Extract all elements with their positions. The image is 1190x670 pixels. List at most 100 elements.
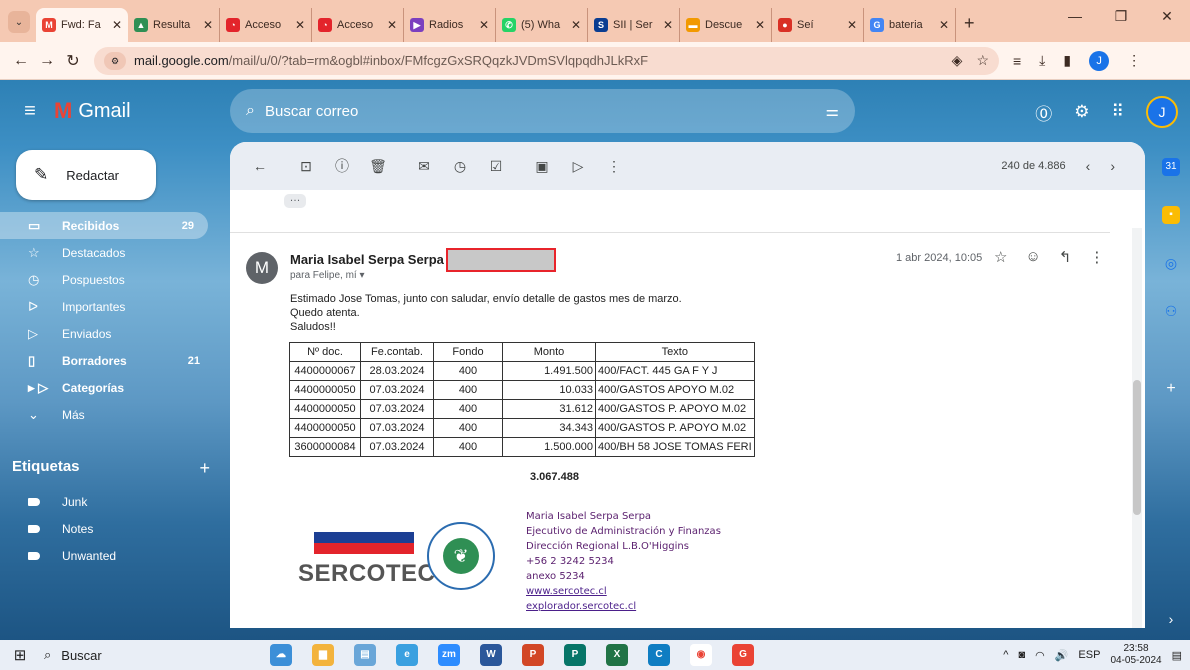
clock[interactable]: 23:58 04-05-2024 bbox=[1110, 643, 1161, 667]
tab-close-icon[interactable]: ✕ bbox=[295, 18, 305, 32]
chrome-profile-icon[interactable]: G bbox=[732, 644, 754, 666]
calendar-icon[interactable]: 31 bbox=[1162, 158, 1180, 176]
help-icon[interactable]: ⓪ bbox=[1035, 100, 1052, 125]
browser-tab[interactable]: ◔ Acceso ✕ bbox=[312, 8, 404, 42]
tab-close-icon[interactable]: ✕ bbox=[663, 18, 673, 32]
powerpoint-icon[interactable]: P bbox=[522, 644, 544, 666]
signature-link-explorer[interactable]: explorador.sercotec.cl bbox=[526, 601, 636, 612]
label-icon[interactable]: ▷ bbox=[560, 158, 596, 175]
browser-tab[interactable]: S SII | Ser ✕ bbox=[588, 8, 680, 42]
sidebar-item-important[interactable]: ᐅ Importantes bbox=[0, 293, 214, 320]
zoom-icon[interactable]: zm bbox=[438, 644, 460, 666]
report-spam-icon[interactable]: ⓘ bbox=[324, 156, 360, 176]
signature-link-website[interactable]: www.sercotec.cl bbox=[526, 586, 607, 597]
browser-tab[interactable]: ▬ Descue ✕ bbox=[680, 8, 772, 42]
tab-close-icon[interactable]: ✕ bbox=[203, 18, 213, 32]
browser-tab[interactable]: M Fwd: Fa ✕ bbox=[36, 8, 128, 42]
tab-close-icon[interactable]: ✕ bbox=[939, 18, 949, 32]
file-explorer-icon[interactable]: ▆ bbox=[312, 644, 334, 666]
sender-name[interactable]: Maria Isabel Serpa Serpa bbox=[290, 252, 444, 267]
taskbar-search[interactable]: ⌕ Buscar bbox=[40, 643, 220, 667]
sidebar-item-inbox[interactable]: ▭ Recibidos 29 bbox=[0, 212, 208, 239]
browser-tab[interactable]: ● Seí ✕ bbox=[772, 8, 864, 42]
sidebar-item-categories[interactable]: ▸ ▷ Categorías bbox=[0, 374, 214, 401]
browser-tab[interactable]: ✆ (5) Wha ✕ bbox=[496, 8, 588, 42]
scrollbar-thumb[interactable] bbox=[1133, 380, 1141, 515]
restore-button[interactable]: ❐ bbox=[1098, 0, 1144, 32]
emoji-react-icon[interactable]: ☺ bbox=[1025, 248, 1040, 266]
browser-tab[interactable]: ▶ Radios ✕ bbox=[404, 8, 496, 42]
notifications-icon[interactable]: ▤ bbox=[1172, 649, 1182, 662]
site-info-icon[interactable]: ⚙ bbox=[104, 51, 126, 70]
tab-close-icon[interactable]: ✕ bbox=[755, 18, 765, 32]
contacts-icon[interactable]: ⚇ bbox=[1162, 302, 1180, 320]
sidebar-item-starred[interactable]: ☆ Destacados bbox=[0, 239, 214, 266]
hide-side-panel-icon[interactable]: › bbox=[1162, 610, 1180, 628]
settings-gear-icon[interactable]: ⚙ bbox=[1074, 102, 1089, 122]
word-icon[interactable]: W bbox=[480, 644, 502, 666]
sidebar-toggle-icon[interactable]: ▮ bbox=[1063, 52, 1071, 69]
edge-icon[interactable]: e bbox=[396, 644, 418, 666]
cortana-icon[interactable]: C bbox=[648, 644, 670, 666]
archive-icon[interactable]: ⊡ bbox=[288, 158, 324, 175]
tasks-icon[interactable]: ◎ bbox=[1162, 254, 1180, 272]
chrome-icon[interactable]: ◉ bbox=[690, 644, 712, 666]
move-to-icon[interactable]: ▣ bbox=[524, 158, 560, 175]
language-indicator[interactable]: ESP bbox=[1078, 649, 1100, 661]
tab-search-button[interactable]: ⌄ bbox=[8, 11, 30, 33]
search-options-icon[interactable]: ⚌ bbox=[826, 102, 839, 120]
reload-button[interactable]: ↻ bbox=[60, 51, 86, 71]
search-bar[interactable]: ⌕ Buscar correo ⚌ bbox=[230, 89, 855, 133]
browser-tab[interactable]: Gbateria ✕ bbox=[864, 8, 956, 42]
star-icon[interactable]: ☆ bbox=[994, 248, 1007, 266]
tray-app-icon[interactable]: ◙ bbox=[1018, 649, 1025, 661]
reading-list-icon[interactable]: ≡ bbox=[1013, 53, 1021, 69]
tab-close-icon[interactable]: ✕ bbox=[387, 18, 397, 32]
more-actions-icon[interactable]: ⋮ bbox=[596, 158, 632, 175]
bookmark-star-icon[interactable]: ☆ bbox=[976, 52, 989, 69]
project-icon[interactable]: P bbox=[564, 644, 586, 666]
sidebar-item-sent[interactable]: ▷ Enviados bbox=[0, 320, 214, 347]
sidebar-item-more[interactable]: ⌄ Más bbox=[0, 401, 214, 428]
keep-icon[interactable]: ▪ bbox=[1162, 206, 1180, 224]
excel-icon[interactable]: X bbox=[606, 644, 628, 666]
sidebar-item-snoozed[interactable]: ◷ Pospuestos bbox=[0, 266, 214, 293]
newer-button[interactable]: ‹ bbox=[1086, 158, 1091, 174]
browser-menu-icon[interactable]: ⋮ bbox=[1127, 52, 1141, 69]
add-task-icon[interactable]: ☑ bbox=[478, 158, 514, 175]
tab-close-icon[interactable]: ✕ bbox=[479, 18, 489, 32]
tray-overflow-icon[interactable]: ^ bbox=[1003, 649, 1008, 661]
get-addons-icon[interactable]: + bbox=[1162, 380, 1180, 398]
main-menu-icon[interactable]: ≡ bbox=[6, 100, 54, 123]
back-to-inbox-icon[interactable]: ← bbox=[242, 158, 278, 174]
tab-close-icon[interactable]: ✕ bbox=[847, 18, 857, 32]
search-icon[interactable]: ⌕ bbox=[246, 102, 255, 120]
gmail-logo[interactable]: M Gmail bbox=[54, 98, 131, 124]
delete-icon[interactable]: 🗑 bbox=[360, 158, 396, 175]
tab-close-icon[interactable]: ✕ bbox=[112, 18, 122, 32]
browser-profile-avatar[interactable]: J bbox=[1089, 50, 1110, 71]
browser-tab[interactable]: ▲ Resulta ✕ bbox=[128, 8, 220, 42]
network-icon[interactable]: ◠ bbox=[1035, 649, 1045, 662]
windows-start-icon[interactable]: ⊞ bbox=[0, 646, 40, 664]
show-trimmed-content-button[interactable]: … bbox=[284, 193, 306, 208]
older-button[interactable]: › bbox=[1110, 158, 1115, 174]
close-window-button[interactable]: ✕ bbox=[1144, 0, 1190, 32]
minimize-button[interactable]: — bbox=[1052, 0, 1098, 32]
volume-icon[interactable]: 🔊 bbox=[1055, 649, 1069, 662]
reply-icon[interactable]: ↰ bbox=[1059, 248, 1072, 266]
tab-close-icon[interactable]: ✕ bbox=[571, 18, 581, 32]
snooze-icon[interactable]: ◷ bbox=[442, 158, 478, 175]
label-item-notes[interactable]: Notes bbox=[0, 515, 214, 542]
add-label-button[interactable]: + bbox=[199, 458, 210, 479]
account-avatar[interactable]: J bbox=[1146, 96, 1178, 128]
apps-grid-icon[interactable]: ⠿ bbox=[1112, 102, 1124, 122]
back-button[interactable]: ← bbox=[8, 52, 34, 70]
compose-button[interactable]: ✎ Redactar bbox=[16, 150, 156, 200]
new-tab-button[interactable]: + bbox=[964, 13, 975, 34]
url-bar[interactable]: ⚙ mail.google.com /mail/u/0/?tab=rm&ogbl… bbox=[94, 46, 999, 75]
message-more-icon[interactable]: ⋮ bbox=[1089, 248, 1104, 266]
weather-widget-icon[interactable]: ☁ bbox=[270, 644, 292, 666]
outlook-icon[interactable]: ▤ bbox=[354, 644, 376, 666]
label-item-unwanted[interactable]: Unwanted bbox=[0, 542, 214, 569]
